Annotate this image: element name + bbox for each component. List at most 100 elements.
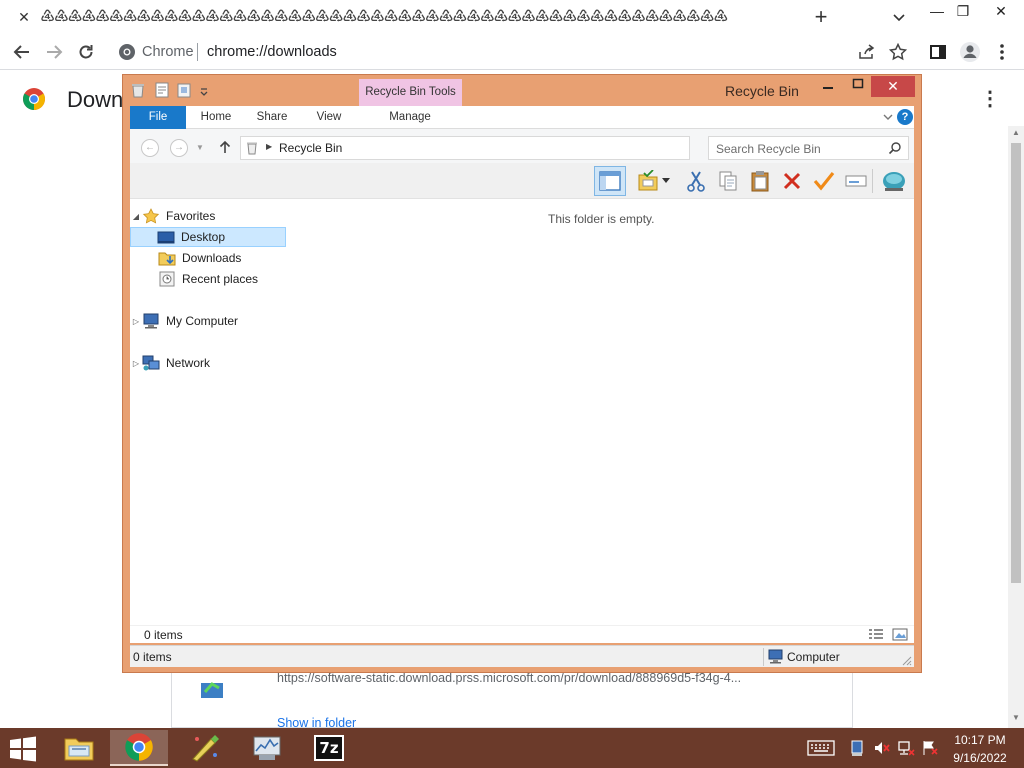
status-item-count: 0 items (133, 650, 172, 664)
tab-share[interactable]: Share (248, 106, 296, 129)
nav-recent-places[interactable]: Recent places (130, 269, 286, 289)
tab-search-icon[interactable] (888, 6, 910, 28)
scroll-down-arrow-icon[interactable]: ▼ (1011, 713, 1021, 723)
omnibox-url[interactable]: chrome://downloads (207, 44, 337, 60)
navigation-pane: ◢ Favorites Desktop Downloads Recent pla… (130, 199, 290, 625)
browser-restore-button[interactable]: ❐ (948, 0, 978, 24)
address-text: Recycle Bin (279, 141, 343, 155)
back-arrow-icon[interactable] (8, 38, 36, 66)
browser-close-button[interactable]: ✕ (986, 0, 1016, 24)
nav-desktop-label: Desktop (181, 230, 226, 244)
clock-time[interactable]: 10:17 PM (940, 733, 1020, 747)
nav-favorites-label: Favorites (166, 209, 216, 223)
start-button[interactable] (8, 736, 38, 762)
action-center-flag-icon[interactable] (920, 736, 940, 760)
side-panel-icon[interactable] (924, 38, 952, 66)
browser-menu-icon[interactable] (988, 38, 1016, 66)
keyboard-icon[interactable] (806, 736, 836, 760)
reload-icon[interactable] (72, 38, 100, 66)
help-icon[interactable]: ? (897, 109, 913, 125)
nav-favorites[interactable]: ◢ Favorites (130, 206, 286, 226)
omnibox-chrome-label: Chrome (142, 44, 194, 60)
back-button[interactable]: ← (141, 139, 159, 157)
search-box[interactable]: Search Recycle Bin (708, 136, 909, 160)
preview-pane-icon[interactable] (594, 166, 626, 196)
chrome-site-icon[interactable] (118, 43, 136, 61)
nav-desktop[interactable]: Desktop (130, 227, 286, 247)
status-computer-icon (768, 649, 784, 664)
checkmark-icon[interactable] (810, 167, 838, 195)
details-view-icon[interactable] (868, 628, 884, 641)
ribbon-tabs: File Home Share View Manage ? (130, 106, 914, 129)
taskbar-7zip[interactable]: 7z (300, 730, 358, 766)
folder-options-icon[interactable] (634, 167, 662, 195)
expand-arrow-icon[interactable]: ▷ (130, 317, 142, 326)
ribbon-expand-chevron-icon[interactable] (882, 111, 894, 123)
minimize-button[interactable] (815, 77, 841, 97)
scroll-up-arrow-icon[interactable]: ▲ (1011, 128, 1021, 138)
navigation-bar: ← → ▼ ▶ Recycle Bin Search Recycle Bin (130, 129, 914, 163)
paste-icon[interactable] (746, 167, 774, 195)
address-bar[interactable]: ▶ Recycle Bin (240, 136, 787, 160)
tab-file[interactable]: File (130, 106, 186, 129)
recycle-bin-tools-tab[interactable]: Recycle Bin Tools (359, 79, 462, 106)
power-icon[interactable] (848, 736, 866, 760)
tab-manage[interactable]: Manage (382, 106, 438, 129)
globe-icon[interactable] (880, 167, 908, 195)
nav-recent-places-label: Recent places (182, 272, 259, 286)
close-button[interactable]: ✕ (871, 76, 915, 97)
toolbar-separator (872, 169, 873, 193)
volume-muted-icon[interactable] (872, 736, 892, 760)
tab-view[interactable]: View (306, 106, 352, 129)
share-icon[interactable] (852, 38, 880, 66)
folder-options-dropdown-icon[interactable] (660, 167, 672, 195)
quick-access-toolbar (131, 81, 209, 101)
nav-my-computer[interactable]: ▷ My Computer (130, 311, 286, 331)
new-folder-icon[interactable] (177, 82, 191, 101)
delete-icon[interactable] (778, 167, 806, 195)
properties-icon[interactable] (155, 82, 169, 101)
star-icon (142, 208, 160, 224)
taskbar-file-explorer[interactable] (50, 730, 108, 766)
nav-network[interactable]: ▷ Network (130, 353, 286, 373)
taskbar-paint-tool[interactable] (176, 730, 234, 766)
nav-downloads[interactable]: Downloads (130, 248, 286, 268)
chrome-logo-icon (22, 87, 46, 111)
maximize-button[interactable] (845, 77, 871, 97)
up-arrow-icon[interactable] (219, 139, 233, 157)
download-url[interactable]: https://software-static.download.prss.mi… (277, 671, 741, 685)
tab-close-icon[interactable]: ✕ (14, 6, 34, 28)
cut-icon[interactable] (682, 167, 710, 195)
recent-locations-chevron-icon[interactable]: ▼ (196, 143, 204, 152)
omnibox-separator (197, 43, 198, 61)
seven-zip-icon: 7z (314, 735, 344, 761)
bookmark-star-icon[interactable] (884, 38, 912, 66)
recycle-bin-window: Recycle Bin Tools Recycle Bin ✕ File Hom… (122, 74, 922, 673)
search-placeholder: Search Recycle Bin (716, 142, 821, 156)
network-tray-icon[interactable] (896, 736, 916, 760)
resize-grip-icon[interactable] (902, 654, 912, 669)
qat-customize-chevron-icon[interactable] (199, 84, 209, 99)
taskbar-chrome[interactable] (110, 730, 168, 766)
collapse-arrow-icon[interactable]: ◢ (130, 212, 142, 221)
downloads-menu-icon[interactable]: ⋮ (980, 88, 1000, 110)
forward-arrow-icon[interactable] (40, 38, 68, 66)
new-tab-button[interactable]: + (810, 4, 832, 30)
tab-strip-favicons[interactable]: ♶♶♶♶♶♶♶♶♶♶♶♶♶♶♶♶♶♶♶♶♶♶♶♶♶♶♶♶♶♶♶♶♶♶♶♶♶♶♶♶… (40, 7, 790, 27)
forward-button[interactable]: → (170, 139, 188, 157)
clock-date[interactable]: 9/16/2022 (940, 751, 1020, 765)
profile-avatar-icon[interactable] (956, 38, 984, 66)
browser-tabstrip: ✕ ♶♶♶♶♶♶♶♶♶♶♶♶♶♶♶♶♶♶♶♶♶♶♶♶♶♶♶♶♶♶♶♶♶♶♶♶♶♶… (0, 0, 1024, 34)
search-icon[interactable] (888, 141, 902, 155)
rename-icon[interactable] (842, 167, 870, 195)
page-scrollbar-thumb[interactable] (1011, 143, 1021, 583)
tab-home[interactable]: Home (192, 106, 240, 129)
address-separator-icon[interactable]: ▶ (266, 142, 272, 151)
details-status: 0 items (130, 625, 914, 643)
expand-arrow-icon[interactable]: ▷ (130, 359, 142, 368)
taskbar-performance-monitor[interactable] (238, 730, 296, 766)
copy-icon[interactable] (714, 167, 742, 195)
large-icons-view-icon[interactable] (892, 628, 908, 641)
recent-places-icon (158, 271, 176, 287)
nav-my-computer-label: My Computer (166, 314, 239, 328)
